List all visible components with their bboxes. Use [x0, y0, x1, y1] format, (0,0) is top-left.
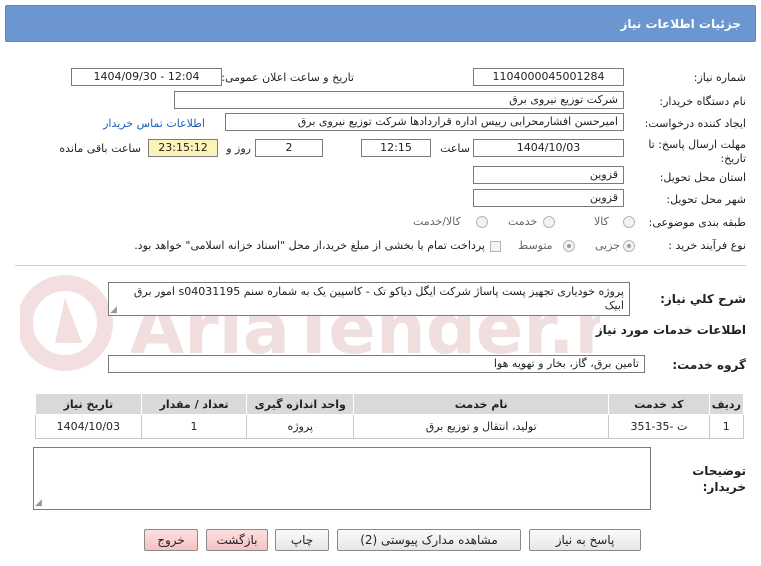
- col-service-code: کد خدمت: [608, 393, 710, 415]
- col-row-number: ردیف: [708, 393, 745, 415]
- process-option-minor: جزیی: [595, 239, 621, 252]
- page-header: جزئیات اطلاعات نیاز: [5, 5, 756, 42]
- back-button[interactable]: بازگشت: [206, 529, 268, 551]
- services-table: ردیف کد خدمت نام خدمت واحد اندازه گیری ت…: [35, 393, 745, 439]
- deadline-label-date: تاریخ:: [720, 152, 746, 165]
- category-label: طبقه بندی موضوعی:: [648, 216, 746, 229]
- province-label: استان محل تحویل:: [659, 171, 746, 184]
- process-label: نوع فرآیند خرید :: [668, 239, 746, 252]
- buyer-notes-textarea[interactable]: [33, 447, 651, 510]
- time-label: ساعت: [440, 142, 470, 155]
- col-service-name: نام خدمت: [353, 393, 610, 415]
- reply-button[interactable]: پاسخ به نیاز: [529, 529, 641, 551]
- days-field[interactable]: 2: [255, 139, 323, 157]
- cell-unit: پروژه: [246, 414, 355, 439]
- cell-row-number: 1: [708, 414, 745, 439]
- view-attachments-button[interactable]: مشاهده مدارک پیوستی (2): [337, 529, 521, 551]
- deadline-label: مهلت ارسال پاسخ: تا: [648, 138, 746, 151]
- page-title: جزئیات اطلاعات نیاز: [620, 17, 741, 31]
- service-group-field[interactable]: تامین برق، گاز، بخار و تهویه هوا: [108, 355, 645, 373]
- aria-tender-watermark: AriaTender.net: [20, 275, 600, 371]
- category-option-both: کالا/خدمت: [413, 215, 461, 228]
- print-button[interactable]: چاپ: [275, 529, 329, 551]
- deadline-time-field[interactable]: 12:15: [361, 139, 431, 157]
- col-quantity: تعداد / مقدار: [140, 393, 248, 415]
- process-radio-medium[interactable]: [563, 240, 575, 252]
- category-option-goods: کالا: [594, 215, 609, 228]
- creator-label: ایجاد کننده درخواست:: [644, 117, 746, 130]
- category-radio-both[interactable]: [476, 216, 488, 228]
- need-number-field[interactable]: 1104000045001284: [473, 68, 624, 86]
- process-option-medium: متوسط: [518, 239, 553, 252]
- city-label: شهر محل تحویل:: [666, 193, 746, 206]
- treasury-checkbox[interactable]: [490, 241, 501, 252]
- table-row: 1 ت -35-351 تولید، انتقال و توزیع برق پر…: [35, 414, 745, 439]
- need-number-label: شماره نیاز:: [693, 71, 746, 84]
- resize-handle-icon[interactable]: ◢: [110, 305, 117, 315]
- remaining-label: ساعت باقی مانده: [59, 142, 141, 155]
- description-label: شرح كلي نياز:: [660, 292, 746, 306]
- col-need-date: تاریخ نیاز: [35, 393, 142, 415]
- buyer-org-label: نام دستگاه خریدار:: [659, 95, 746, 108]
- deadline-date-field[interactable]: 1404/10/03: [473, 139, 624, 157]
- contact-info-link[interactable]: اطلاعات تماس خریدار: [103, 117, 205, 130]
- payment-note: پرداخت تمام یا بخشی از مبلغ خرید،از محل …: [134, 239, 485, 252]
- description-textarea[interactable]: پروژه خودیاری تجهیز پست پاساژ شرکت ایگل …: [108, 282, 630, 316]
- buyer-notes-label: توضیحات: [692, 464, 746, 478]
- cell-service-code: ت -35-351: [608, 414, 710, 439]
- process-radio-minor[interactable]: [623, 240, 635, 252]
- remaining-time-field: 23:15:12: [148, 139, 218, 157]
- resize-handle-icon[interactable]: ◢: [35, 498, 42, 508]
- services-section-title: اطلاعات خدمات مورد نیاز: [595, 323, 746, 337]
- creator-field[interactable]: امیرحسن افشارمحرابی رییس اداره قراردادها…: [225, 113, 624, 131]
- announce-field[interactable]: 1404/09/30 - 12:04: [71, 68, 222, 86]
- table-header-row: ردیف کد خدمت نام خدمت واحد اندازه گیری ت…: [35, 393, 745, 415]
- category-radio-service[interactable]: [543, 216, 555, 228]
- service-group-label: گروه خدمت:: [672, 358, 746, 372]
- cell-service-name: تولید، انتقال و توزیع برق: [353, 414, 610, 439]
- cell-need-date: 1404/10/03: [35, 414, 142, 439]
- days-label: روز و: [226, 142, 251, 155]
- city-field[interactable]: قزوین: [473, 189, 624, 207]
- cell-quantity: 1: [140, 414, 248, 439]
- announce-label: تاریخ و ساعت اعلان عمومی:: [221, 71, 354, 84]
- exit-button[interactable]: خروج: [144, 529, 198, 551]
- col-unit: واحد اندازه گیری: [246, 393, 355, 415]
- buyer-notes-label-2: خریدار:: [702, 480, 746, 494]
- province-field[interactable]: قزوین: [473, 166, 624, 184]
- divider: [15, 265, 746, 266]
- buyer-org-field[interactable]: شرکت توزیع نیروی برق: [174, 91, 624, 109]
- category-option-service: خدمت: [508, 215, 538, 228]
- category-radio-goods[interactable]: [623, 216, 635, 228]
